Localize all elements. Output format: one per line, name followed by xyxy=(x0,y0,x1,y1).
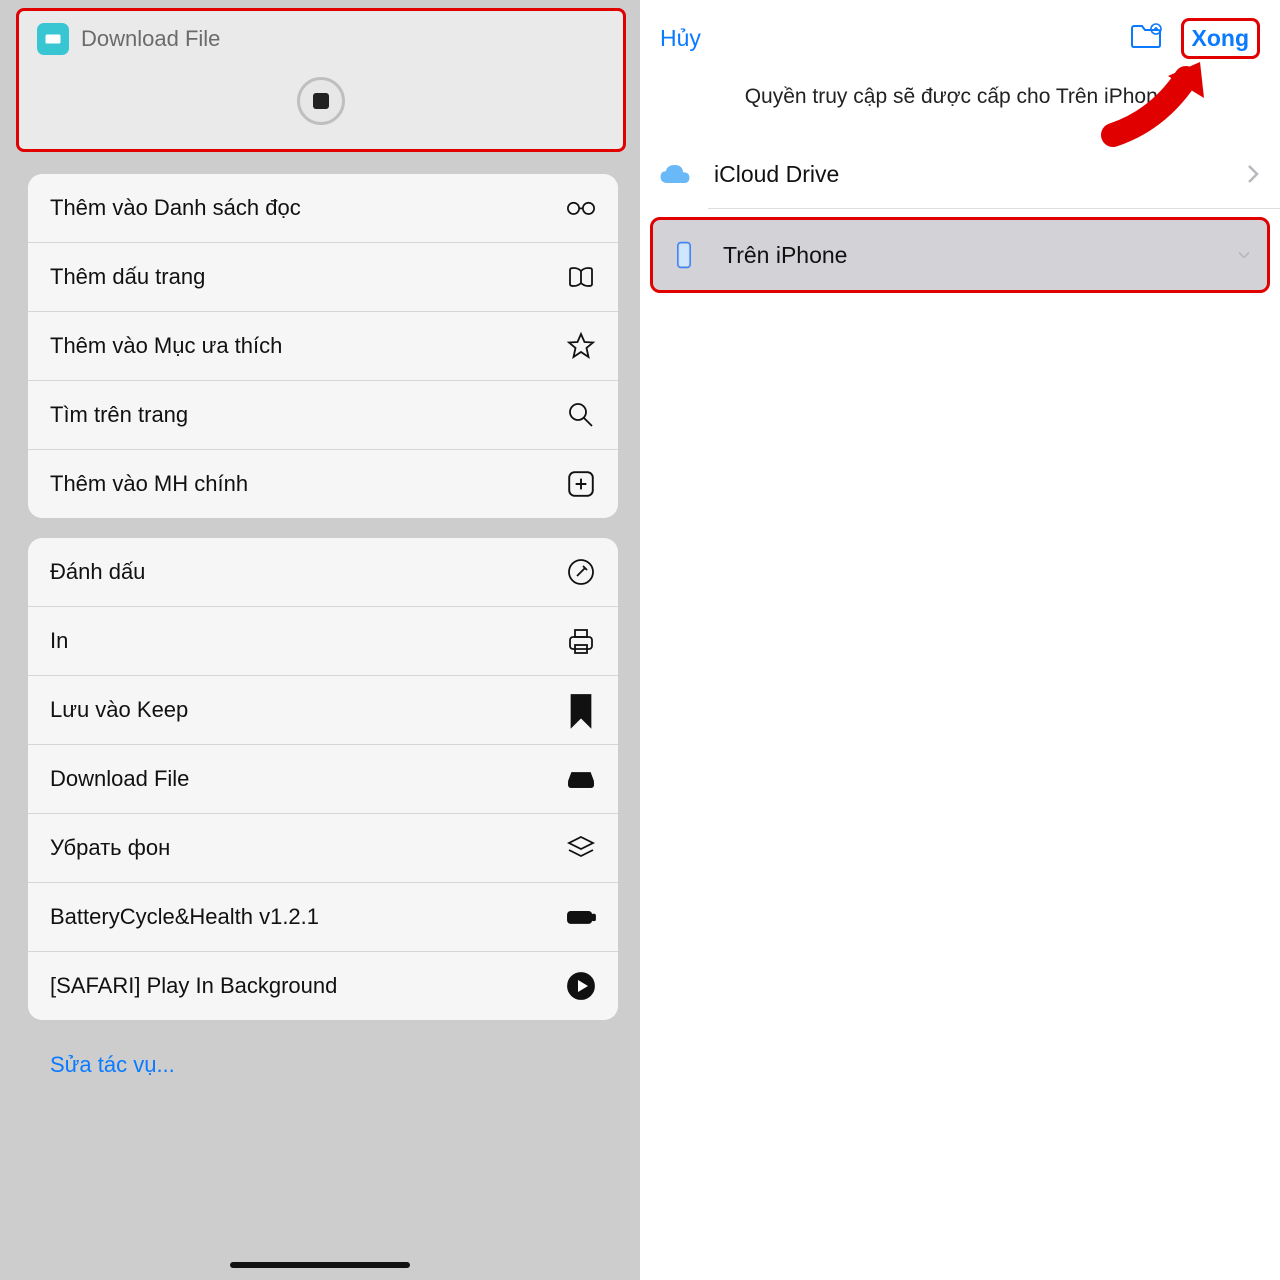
action-markup[interactable]: Đánh dấu xyxy=(28,538,618,607)
glasses-icon xyxy=(566,193,596,223)
battery-icon xyxy=(566,902,596,932)
item-label: Thêm dấu trang xyxy=(50,264,205,290)
action-remove-bg[interactable]: Убрать фон xyxy=(28,814,618,883)
app-title-row: Download File xyxy=(37,23,605,55)
item-label: Đánh dấu xyxy=(50,559,145,585)
chevron-right-icon xyxy=(1246,163,1260,185)
action-favorite[interactable]: Thêm vào Mục ưa thích xyxy=(28,312,618,381)
layers-icon xyxy=(566,833,596,863)
action-add-home[interactable]: Thêm vào MH chính xyxy=(28,450,618,518)
action-find-on-page[interactable]: Tìm trên trang xyxy=(28,381,618,450)
play-circle-icon xyxy=(566,971,596,1001)
divider xyxy=(708,208,1280,209)
bookmark-icon xyxy=(566,695,596,725)
star-icon xyxy=(566,331,596,361)
done-button[interactable]: Xong xyxy=(1181,18,1261,59)
book-icon xyxy=(566,262,596,292)
action-battery-cycle[interactable]: BatteryCycle&Health v1.2.1 xyxy=(28,883,618,952)
file-picker-pane: Hủy Xong Quyền truy cập sẽ được cấp cho … xyxy=(640,0,1280,1280)
location-label: iCloud Drive xyxy=(714,161,1226,188)
action-print[interactable]: In xyxy=(28,607,618,676)
app-title: Download File xyxy=(81,26,220,52)
action-group-2: Đánh dấu In Lưu vào Keep Download File xyxy=(28,538,618,1020)
location-list: iCloud Drive Trên iPhone xyxy=(640,139,1280,293)
action-group-1: Thêm vào Danh sách đọc Thêm dấu trang Th… xyxy=(28,174,618,518)
item-label: Thêm vào Danh sách đọc xyxy=(50,195,301,221)
arrow-annotation xyxy=(1098,60,1218,150)
app-header-highlight: Download File xyxy=(16,8,626,152)
item-label: Thêm vào MH chính xyxy=(50,471,248,497)
action-bookmark[interactable]: Thêm dấu trang xyxy=(28,243,618,312)
location-label: Trên iPhone xyxy=(723,242,1217,269)
action-save-keep[interactable]: Lưu vào Keep xyxy=(28,676,618,745)
item-label: [SAFARI] Play In Background xyxy=(50,973,337,999)
nav-bar: Hủy Xong xyxy=(640,0,1280,67)
action-reading-list[interactable]: Thêm vào Danh sách đọc xyxy=(28,174,618,243)
item-label: In xyxy=(50,628,68,654)
action-play-background[interactable]: [SAFARI] Play In Background xyxy=(28,952,618,1020)
iphone-icon xyxy=(665,236,703,274)
item-label: Tìm trên trang xyxy=(50,402,188,428)
item-label: Download File xyxy=(50,766,189,792)
home-indicator xyxy=(230,1262,410,1268)
search-icon xyxy=(566,400,596,430)
share-sheet-pane: Download File Thêm vào Danh sách đọc Thê… xyxy=(0,0,640,1280)
edit-actions-link[interactable]: Sửa tác vụ... xyxy=(28,1040,618,1078)
markup-icon xyxy=(566,557,596,587)
location-on-iphone[interactable]: Trên iPhone xyxy=(650,217,1270,293)
new-folder-button[interactable] xyxy=(1129,22,1163,55)
stop-icon xyxy=(313,93,329,109)
plus-square-icon xyxy=(566,469,596,499)
cancel-button[interactable]: Hủy xyxy=(660,25,701,52)
item-label: Lưu vào Keep xyxy=(50,697,188,723)
stop-button[interactable] xyxy=(297,77,345,125)
item-label: BatteryCycle&Health v1.2.1 xyxy=(50,904,319,930)
cloud-icon xyxy=(656,155,694,193)
stop-row xyxy=(37,77,605,125)
item-label: Thêm vào Mục ưa thích xyxy=(50,333,282,359)
app-drive-icon xyxy=(37,23,69,55)
drive-icon xyxy=(566,764,596,794)
item-label: Убрать фон xyxy=(50,835,170,861)
action-download-file[interactable]: Download File xyxy=(28,745,618,814)
print-icon xyxy=(566,626,596,656)
chevron-down-icon xyxy=(1237,244,1251,266)
